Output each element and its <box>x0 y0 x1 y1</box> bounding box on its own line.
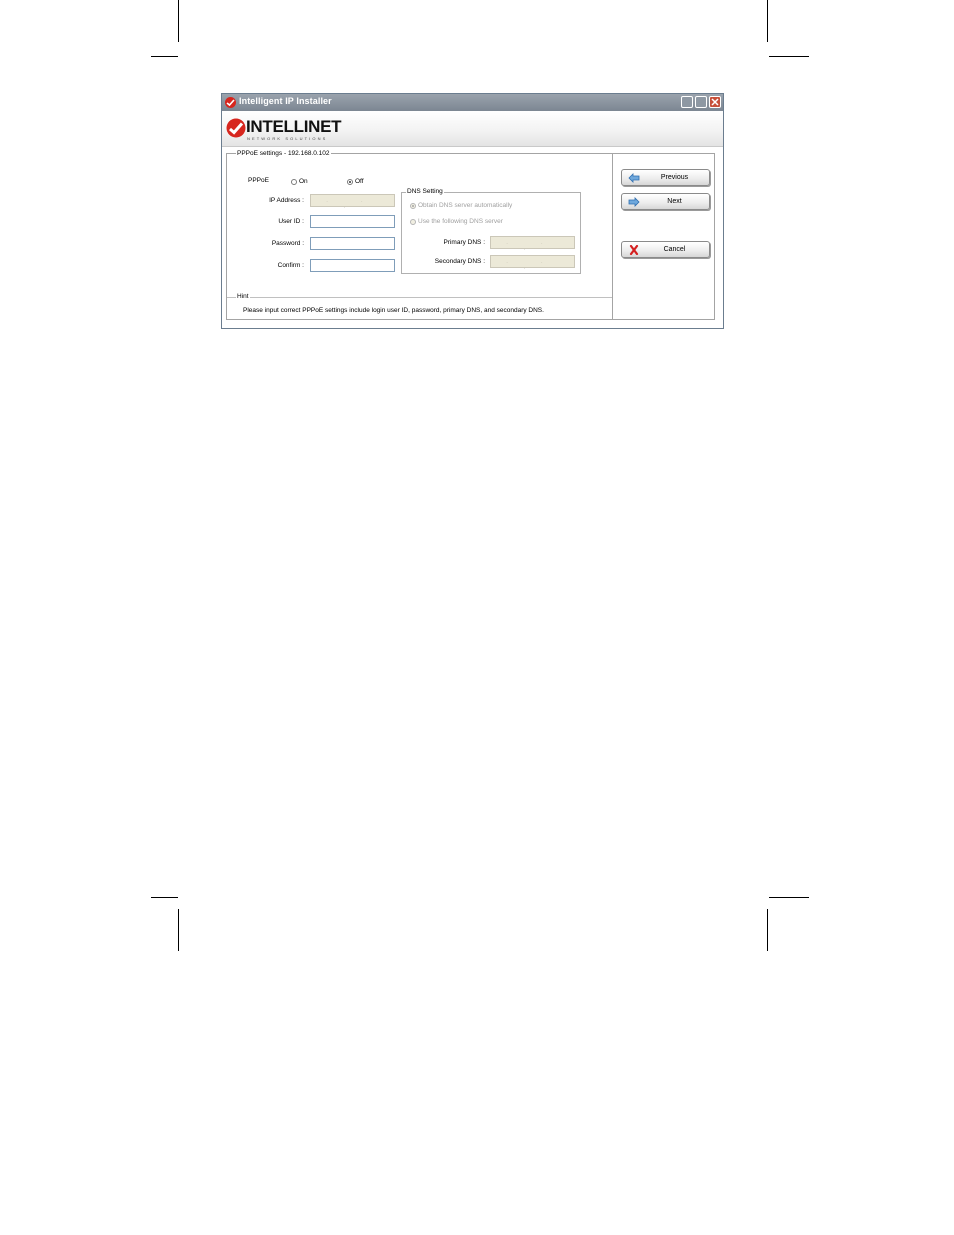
title-bar[interactable]: Intelligent IP Installer <box>222 94 723 111</box>
close-icon <box>711 98 719 106</box>
pppoe-label: PPPoE <box>248 177 269 184</box>
dns-group-title: DNS Setting <box>406 188 444 195</box>
cancel-button[interactable]: Cancel <box>621 241 710 258</box>
maximize-button[interactable] <box>695 96 707 108</box>
crop-mark <box>769 56 809 57</box>
installer-window: Intelligent IP Installer INTELLINET NETW… <box>221 93 724 329</box>
close-button[interactable] <box>709 96 721 108</box>
primary-dns-field: . . . <box>490 236 575 252</box>
dns-auto-label: Obtain DNS server automatically <box>418 202 513 209</box>
logo-subtext: NETWORK SOLUTIONS <box>247 136 328 141</box>
dns-manual-radio[interactable]: Use the following DNS server <box>410 218 503 225</box>
crop-mark <box>151 897 178 898</box>
ip-separators: . . . <box>506 259 559 271</box>
content-area: PPPoE settings - 192.168.0.102 PPPoE On … <box>222 147 723 328</box>
user-id-input[interactable] <box>310 215 395 228</box>
secondary-dns-field: . . . <box>490 255 575 271</box>
radio-icon <box>410 202 416 209</box>
cancel-label: Cancel <box>663 246 686 253</box>
next-button[interactable]: Next <box>621 193 710 210</box>
user-id-label: User ID : <box>278 218 304 225</box>
pppoe-off-radio[interactable]: Off <box>347 178 364 185</box>
crop-mark <box>767 909 768 951</box>
pppoe-on-label: On <box>299 178 308 185</box>
crop-mark <box>767 0 768 42</box>
ip-separators: . . . <box>506 240 559 252</box>
window-title: Intelligent IP Installer <box>239 96 332 106</box>
pppoe-group-title: PPPoE settings - 192.168.0.102 <box>236 150 331 157</box>
minimize-button[interactable] <box>681 96 693 108</box>
hint-divider <box>227 297 612 298</box>
previous-label: Previous <box>660 174 689 181</box>
secondary-dns-label: Secondary DNS : <box>434 258 485 265</box>
ip-address-label: IP Address : <box>269 197 304 204</box>
arrow-left-icon <box>628 173 640 183</box>
logo-text: INTELLINET <box>246 117 342 136</box>
crop-mark <box>769 897 809 898</box>
primary-dns-label: Primary DNS : <box>443 239 485 246</box>
radio-icon <box>291 178 297 185</box>
crop-mark <box>178 909 179 951</box>
pppoe-on-radio[interactable]: On <box>291 178 308 185</box>
dns-manual-label: Use the following DNS server <box>418 218 503 225</box>
password-label: Password : <box>271 240 304 247</box>
hint-text: Please input correct PPPoE settings incl… <box>243 307 544 314</box>
crop-mark <box>151 56 178 57</box>
arrow-right-icon <box>628 197 640 207</box>
ip-address-field: . . . <box>310 194 395 210</box>
next-label: Next <box>667 198 682 205</box>
confirm-label: Confirm : <box>277 262 304 269</box>
pppoe-off-label: Off <box>355 178 364 185</box>
previous-button[interactable]: Previous <box>621 169 710 186</box>
hint-title: Hint <box>236 293 250 300</box>
divider <box>612 153 613 320</box>
password-input[interactable] <box>310 237 395 250</box>
intellinet-logo-icon <box>226 118 246 138</box>
app-logo-icon <box>225 97 236 108</box>
dns-auto-radio[interactable]: Obtain DNS server automatically <box>410 202 512 209</box>
crop-mark <box>178 0 179 42</box>
ip-separators: . . . <box>326 198 379 210</box>
radio-icon <box>347 178 353 185</box>
radio-icon <box>410 218 416 225</box>
brand-banner: INTELLINET NETWORK SOLUTIONS <box>222 111 723 147</box>
red-x-icon <box>629 245 639 255</box>
confirm-input[interactable] <box>310 259 395 272</box>
